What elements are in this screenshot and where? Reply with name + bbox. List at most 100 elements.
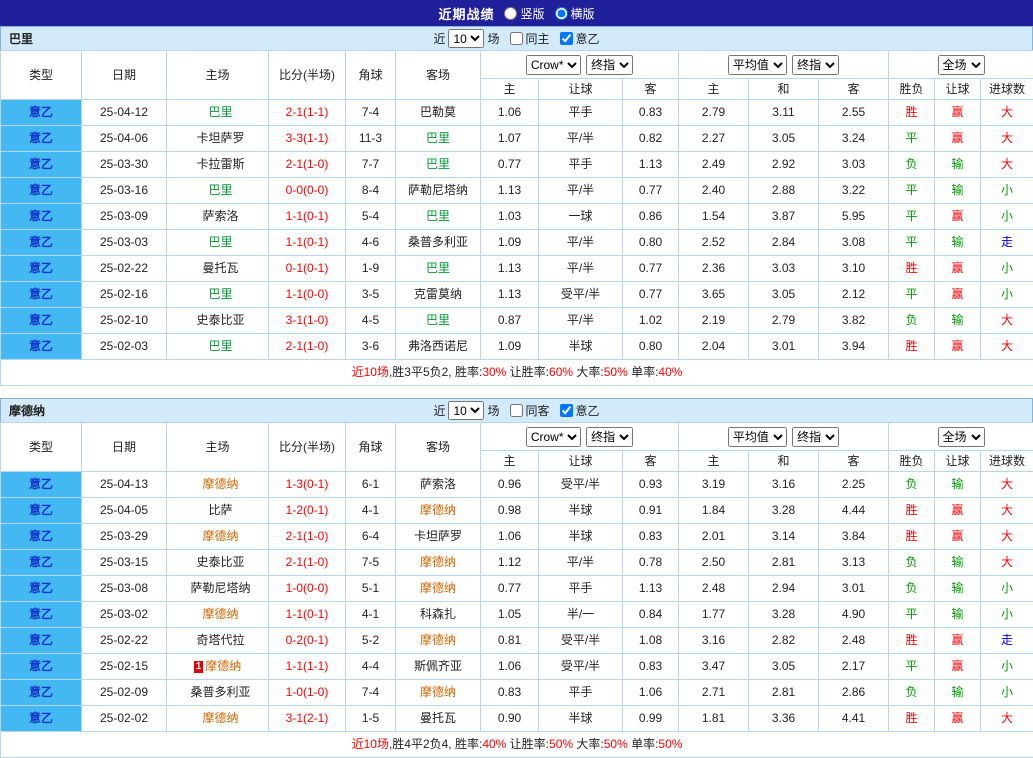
away-team-cell[interactable]: 克雷莫纳 [396, 282, 481, 308]
home-team-cell[interactable]: 卡拉雷斯 [167, 152, 269, 178]
result-wdl-cell: 平 [889, 204, 935, 230]
league-filter-checkbox[interactable] [560, 32, 573, 45]
handicap-cell: 平手 [539, 576, 623, 602]
home-team-cell[interactable]: 奇塔代拉 [167, 628, 269, 654]
away-team-cell[interactable]: 科森扎 [396, 602, 481, 628]
odds-away-cell: 0.77 [623, 256, 679, 282]
avg-draw-cell: 3.01 [749, 334, 819, 360]
final-odds-select-2[interactable]: 终指 [792, 427, 839, 447]
match-count-select[interactable]: 10 [448, 401, 484, 420]
home-team-cell[interactable]: 萨索洛 [167, 204, 269, 230]
home-team-cell[interactable]: 巴里 [167, 230, 269, 256]
away-team-cell[interactable]: 巴里 [396, 308, 481, 334]
league-filter-checkbox[interactable] [560, 404, 573, 417]
away-team-cell[interactable]: 弗洛西诺尼 [396, 334, 481, 360]
home-team-cell[interactable]: 摩德纳 [167, 472, 269, 498]
layout-vertical-option[interactable]: 竖版 [504, 5, 544, 22]
handicap-cell: 平手 [539, 680, 623, 706]
home-team-cell[interactable]: 桑普多利亚 [167, 680, 269, 706]
away-team-cell[interactable]: 曼托瓦 [396, 706, 481, 732]
match-count-select[interactable]: 10 [448, 29, 484, 48]
away-team-cell[interactable]: 摩德纳 [396, 576, 481, 602]
final-odds-select[interactable]: 终指 [586, 427, 633, 447]
away-team-cell[interactable]: 巴里 [396, 204, 481, 230]
result-handicap-cell: 输 [935, 152, 981, 178]
away-team-cell[interactable]: 摩德纳 [396, 550, 481, 576]
away-team-cell[interactable]: 摩德纳 [396, 498, 481, 524]
date-cell: 25-02-03 [82, 334, 167, 360]
vertical-radio[interactable] [504, 7, 517, 20]
away-team-cell[interactable]: 巴里 [396, 256, 481, 282]
away-team-cell[interactable]: 斯佩齐亚 [396, 654, 481, 680]
result-wdl-cell: 平 [889, 654, 935, 680]
final-odds-select[interactable]: 终指 [586, 55, 633, 75]
home-team-cell[interactable]: 1摩德纳 [167, 654, 269, 680]
home-team-name: 巴里 [208, 235, 232, 249]
away-team-cell[interactable]: 巴勒莫 [396, 100, 481, 126]
home-team-cell[interactable]: 卡坦萨罗 [167, 126, 269, 152]
bookmaker-select[interactable]: Crow* [526, 55, 581, 75]
fulltime-select[interactable]: 全场 [938, 55, 985, 75]
away-team-name: 摩德纳 [420, 503, 456, 517]
away-team-cell[interactable]: 巴里 [396, 152, 481, 178]
table-row: 意乙 25-02-10 史泰比亚 3-1(1-0) 4-5 巴里 0.87 平/… [1, 308, 1033, 334]
result-wdl-cell: 胜 [889, 256, 935, 282]
home-team-name: 摩德纳 [202, 477, 238, 491]
sub-header-avg-home: 主 [679, 79, 749, 100]
home-team-cell[interactable]: 摩德纳 [167, 524, 269, 550]
home-team-cell[interactable]: 史泰比亚 [167, 550, 269, 576]
layout-horizontal-option[interactable]: 横版 [555, 5, 595, 22]
home-team-cell[interactable]: 巴里 [167, 282, 269, 308]
same-venue-option[interactable]: 同主 [503, 30, 550, 47]
home-team-name: 巴里 [208, 183, 232, 197]
home-team-name: 萨勒尼塔纳 [190, 581, 250, 595]
home-team-cell[interactable]: 曼托瓦 [167, 256, 269, 282]
bookmaker-select[interactable]: Crow* [526, 427, 581, 447]
home-team-cell[interactable]: 巴里 [167, 100, 269, 126]
avg-away-cell: 3.22 [819, 178, 889, 204]
sub-header-result-handicap: 让球 [935, 79, 981, 100]
result-goals-cell: 小 [981, 204, 1033, 230]
score-cell: 2-1(1-1) [269, 100, 346, 126]
corner-cell: 5-4 [346, 204, 396, 230]
home-team-cell[interactable]: 巴里 [167, 334, 269, 360]
corner-cell: 8-4 [346, 178, 396, 204]
table-row: 意乙 25-03-15 史泰比亚 2-1(1-0) 7-5 摩德纳 1.12 平… [1, 550, 1033, 576]
away-team-cell[interactable]: 桑普多利亚 [396, 230, 481, 256]
result-goals-cell: 大 [981, 498, 1033, 524]
away-team-cell[interactable]: 萨索洛 [396, 472, 481, 498]
home-team-cell[interactable]: 摩德纳 [167, 602, 269, 628]
avg-home-cell: 3.19 [679, 472, 749, 498]
avg-home-cell: 2.40 [679, 178, 749, 204]
home-team-cell[interactable]: 摩德纳 [167, 706, 269, 732]
same-venue-checkbox[interactable] [510, 32, 523, 45]
league-filter-option[interactable]: 意乙 [553, 402, 600, 419]
average-select[interactable]: 平均值 [728, 55, 787, 75]
home-team-cell[interactable]: 比萨 [167, 498, 269, 524]
home-team-cell[interactable]: 萨勒尼塔纳 [167, 576, 269, 602]
col-header-league: 类型 [1, 423, 82, 472]
score-cell: 3-3(1-1) [269, 126, 346, 152]
fulltime-select[interactable]: 全场 [938, 427, 985, 447]
league-filter-option[interactable]: 意乙 [553, 30, 600, 47]
same-venue-option[interactable]: 同客 [503, 402, 550, 419]
date-cell: 25-04-05 [82, 498, 167, 524]
final-odds-select-2[interactable]: 终指 [792, 55, 839, 75]
away-team-cell[interactable]: 巴里 [396, 126, 481, 152]
result-wdl-cell: 平 [889, 178, 935, 204]
league-cell: 意乙 [1, 282, 82, 308]
away-team-cell[interactable]: 萨勒尼塔纳 [396, 178, 481, 204]
date-cell: 25-02-22 [82, 256, 167, 282]
average-select[interactable]: 平均值 [728, 427, 787, 447]
home-team-cell[interactable]: 巴里 [167, 178, 269, 204]
away-team-cell[interactable]: 卡坦萨罗 [396, 524, 481, 550]
same-venue-checkbox[interactable] [510, 404, 523, 417]
away-team-cell[interactable]: 摩德纳 [396, 628, 481, 654]
result-handicap-cell: 赢 [935, 204, 981, 230]
table-row: 意乙 25-03-09 萨索洛 1-1(0-1) 5-4 巴里 1.03 一球 … [1, 204, 1033, 230]
corner-cell: 11-3 [346, 126, 396, 152]
horizontal-radio[interactable] [555, 7, 568, 20]
result-wdl-cell: 胜 [889, 628, 935, 654]
home-team-cell[interactable]: 史泰比亚 [167, 308, 269, 334]
away-team-cell[interactable]: 摩德纳 [396, 680, 481, 706]
